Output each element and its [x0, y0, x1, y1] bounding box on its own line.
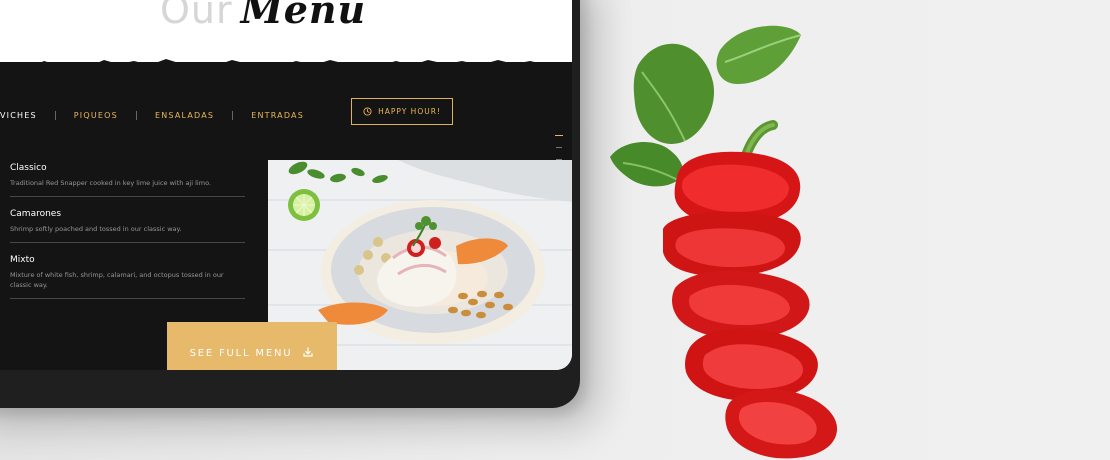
red-pepper-illustration — [595, 20, 895, 460]
page-title: Our Menu — [160, 0, 366, 32]
pager-tick[interactable] — [556, 147, 562, 148]
list-item[interactable]: Mixto Mixture of white fish, shrimp, cal… — [10, 255, 245, 299]
happy-hour-button[interactable]: HAPPY HOUR! — [351, 98, 453, 125]
menu-category-nav: VICHES PIQUEOS ENSALADAS ENTRADAS — [0, 107, 304, 123]
clock-icon — [363, 107, 372, 116]
see-full-menu-button[interactable]: SEE FULL MENU — [167, 322, 337, 370]
tablet-frame: Our Menu VICHES PIQUEOS ENSALADAS ENTRADA… — [0, 0, 580, 408]
nav-divider — [232, 110, 234, 120]
nav-item-piqueos[interactable]: PIQUEOS — [74, 111, 118, 120]
title-light-word: Our — [160, 0, 233, 32]
download-icon — [302, 346, 314, 361]
item-title: Mixto — [10, 255, 35, 265]
pager-tick-active[interactable] — [555, 135, 563, 136]
nav-divider — [54, 110, 56, 120]
item-description: Mixture of white fish, shrimp, calamari,… — [10, 271, 224, 289]
see-full-menu-label: SEE FULL MENU — [189, 347, 293, 359]
pepper-slices — [663, 151, 838, 459]
nav-divider — [135, 110, 137, 120]
nav-item-viches[interactable]: VICHES — [0, 111, 37, 120]
item-description: Traditional Red Snapper cooked in key li… — [10, 179, 211, 187]
item-description: Shrimp softly poached and tossed in our … — [10, 225, 182, 233]
scene: Our Menu VICHES PIQUEOS ENSALADAS ENTRADA… — [0, 0, 1110, 460]
list-item[interactable]: Classico Traditional Red Snapper cooked … — [10, 163, 245, 197]
list-item[interactable]: Camarones Shrimp softly poached and toss… — [10, 209, 245, 243]
menu-items-list: Classico Traditional Red Snapper cooked … — [10, 161, 245, 311]
item-title: Classico — [10, 163, 47, 173]
happy-hour-label: HAPPY HOUR! — [378, 107, 441, 116]
item-title: Camarones — [10, 209, 62, 219]
title-script-word: Menu — [240, 0, 367, 32]
tablet-screen: Our Menu VICHES PIQUEOS ENSALADAS ENTRADA… — [0, 0, 572, 370]
nav-item-ensaladas[interactable]: ENSALADAS — [155, 111, 214, 120]
nav-item-entradas[interactable]: ENTRADAS — [251, 111, 304, 120]
